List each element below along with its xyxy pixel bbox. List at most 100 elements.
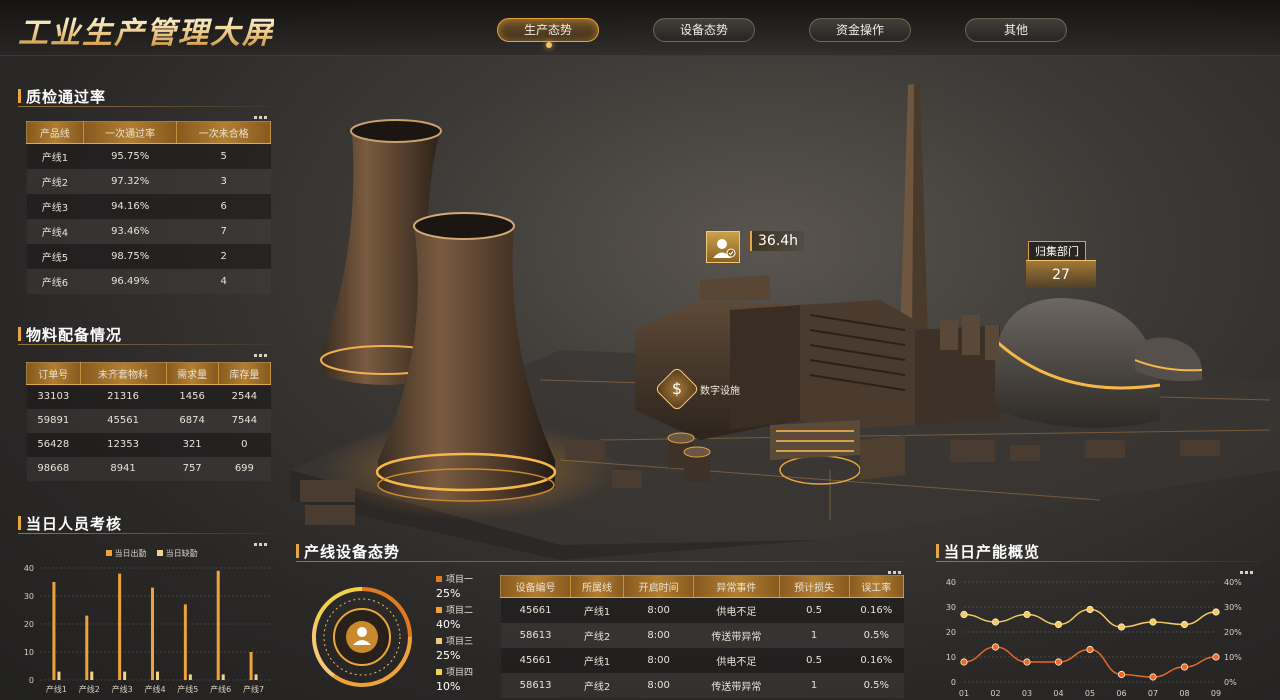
table-cell: 3 [176, 168, 271, 194]
table-row[interactable]: 产线4 93.46% 7 [26, 218, 271, 244]
legend-swatch-present [106, 550, 112, 556]
table-row[interactable]: 产线1 95.75% 5 [26, 143, 271, 169]
equipment-more-dots [888, 559, 904, 574]
table-cell: 96.49% [83, 268, 177, 294]
table-cell: 33103 [26, 384, 81, 409]
y-tick-label-left: 20 [946, 628, 956, 637]
tab-production[interactable]: 生产态势 [497, 18, 599, 48]
table-cell: 12353 [80, 432, 167, 457]
bar [57, 671, 61, 680]
y-tick-label-left: 0 [951, 678, 956, 687]
x-tick-label: 产线5 [177, 684, 198, 694]
bar [90, 671, 94, 680]
table-cell: 0.5 [779, 597, 850, 623]
header-bar: 工业生产管理大屏 生产态势 设备态势 资金操作 其他 [0, 0, 1280, 56]
staff-legend: 当日出勤 当日缺勤 [106, 548, 198, 559]
table-cell: 58613 [500, 672, 571, 698]
legend-value: 40% [436, 618, 461, 631]
table-cell: 56428 [26, 432, 81, 457]
tab-other[interactable]: 其他 [965, 18, 1067, 42]
table-row[interactable]: 45661 产线1 8:00 供电不足 0.5 0.16% [500, 647, 904, 673]
table-row[interactable]: 98668 8941 757 699 [26, 456, 271, 481]
equipment-legend-item: 项目四 10% [436, 665, 496, 696]
user-check-marker[interactable] [706, 231, 740, 263]
equipment-legend-item: 项目三 25% [436, 634, 496, 665]
table-cell: 0.5 [779, 647, 850, 673]
table-header-cell[interactable]: 一次未合格 [176, 121, 271, 144]
table-header-cell[interactable]: 一次通过率 [82, 121, 178, 144]
y-tick-label-left: 30 [946, 603, 956, 612]
table-row[interactable]: 58613 产线2 8:00 传送带异常 1 0.5% [500, 672, 904, 698]
x-tick-label: 03 [1022, 689, 1032, 698]
bar [249, 652, 253, 680]
equipment-legend: 项目一 25% 项目二 40% 项目三 25% 项目四 10% [436, 572, 496, 696]
digital-label: 数字设施 [700, 386, 740, 397]
table-row[interactable]: 33103 21316 1456 2544 [26, 384, 271, 409]
table-header-cell[interactable]: 误工率 [848, 575, 905, 598]
table-cell: 产线4 [26, 218, 84, 244]
x-tick-label: 01 [959, 689, 969, 698]
legend-label: 项目四 [446, 668, 474, 678]
table-cell: 产线5 [26, 243, 84, 269]
table-header-cell[interactable]: 开启时间 [623, 575, 695, 598]
data-point [1117, 670, 1126, 679]
table-cell: 7 [176, 218, 271, 244]
materials-more-dots [254, 342, 270, 357]
table-row[interactable]: 56428 12353 321 0 [26, 432, 271, 457]
x-tick-label: 04 [1053, 689, 1063, 698]
staff-title-divider [18, 533, 270, 534]
table-cell: 95.75% [83, 143, 177, 169]
table-header-cell[interactable]: 需求量 [165, 362, 219, 385]
legend-swatch-absent [157, 550, 164, 556]
app-title: 工业生产管理大屏 [18, 8, 274, 52]
x-tick-label: 产线4 [144, 684, 165, 694]
x-tick-label: 09 [1211, 689, 1221, 698]
table-cell: 2544 [218, 384, 271, 409]
user-check-icon [713, 239, 736, 258]
legend-label: 项目二 [446, 606, 474, 616]
table-header-cell[interactable]: 设备编号 [499, 575, 572, 598]
table-cell: 93.46% [83, 218, 177, 244]
table-header-cell[interactable]: 库存量 [217, 362, 272, 385]
bar [52, 582, 56, 680]
table-cell: 7544 [218, 408, 271, 433]
tab-funds[interactable]: 资金操作 [809, 18, 911, 42]
table-cell: 58613 [500, 622, 571, 648]
data-point [960, 658, 968, 666]
table-cell: 0.16% [849, 647, 904, 673]
table-cell: 0.5% [849, 622, 904, 648]
materials-table: 订单号 未齐套物料 需求量 库存量 33103 21316 1456 2544 59891 45… [26, 362, 272, 481]
table-cell: 1 [779, 672, 850, 698]
materials-title-divider [18, 344, 270, 345]
y-tick-label-left: 10 [946, 653, 956, 662]
table-header-cell[interactable]: 所属线 [570, 575, 625, 598]
x-tick-label: 产线1 [46, 684, 67, 694]
table-row[interactable]: 59891 45561 6874 7544 [26, 408, 271, 433]
data-point [1086, 645, 1094, 654]
data-point [1086, 605, 1094, 614]
table-row[interactable]: 产线3 94.16% 6 [26, 193, 271, 219]
y-tick-label-right: 10% [1224, 653, 1242, 662]
table-header-cell[interactable]: 产品线 [26, 121, 84, 144]
tab-equipment[interactable]: 设备态势 [653, 18, 755, 42]
bar [216, 570, 220, 680]
bar [254, 674, 258, 680]
table-cell: 产线1 [570, 597, 624, 623]
table-row[interactable]: 45661 产线1 8:00 供电不足 0.5 0.16% [500, 597, 904, 623]
table-cell: 59891 [26, 408, 81, 433]
table-header-cell[interactable]: 未齐套物料 [79, 362, 167, 385]
y-tick-label: 30 [24, 592, 34, 601]
table-row[interactable]: 产线6 96.49% 4 [26, 268, 271, 294]
table-header-cell[interactable]: 异常事件 [693, 575, 780, 598]
staff-panel-title: 当日人员考核 [18, 513, 122, 534]
capacity-panel-title: 当日产能概览 [936, 541, 1040, 562]
table-row[interactable]: 产线2 97.32% 3 [26, 168, 271, 194]
table-header-cell[interactable]: 订单号 [26, 362, 81, 385]
data-point [1149, 673, 1157, 681]
table-row[interactable]: 产线5 98.75% 2 [26, 243, 271, 269]
data-point [1023, 610, 1031, 619]
table-cell: 产线6 [26, 268, 84, 294]
table-row[interactable]: 58613 产线2 8:00 传送带异常 1 0.5% [500, 622, 904, 648]
table-header-cell[interactable]: 预计损失 [778, 575, 850, 598]
table-cell: 21316 [80, 384, 167, 409]
